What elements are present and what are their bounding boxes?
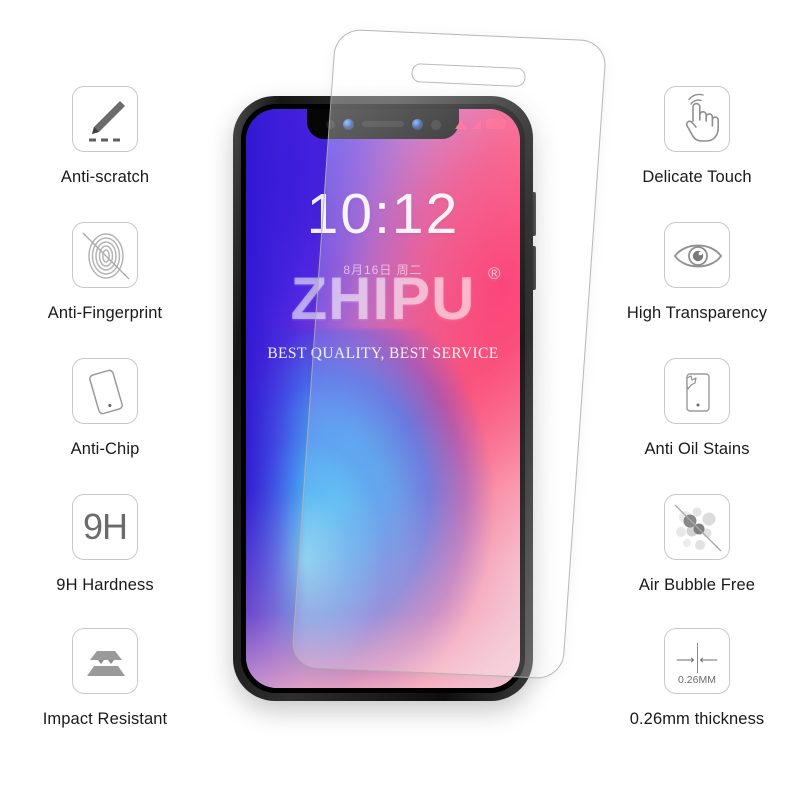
phone-screen: 10:12 8月16日 周二 ZHIPU ® BEST QUALITY, BEST… xyxy=(246,109,520,688)
product-feature-poster: Anti-scratch Anti-Fingerprint Anti-Chip … xyxy=(0,0,800,800)
feature-label: 9H Hardness xyxy=(56,576,154,594)
arrow-right-icon: ⟶ xyxy=(676,652,695,667)
feature-label: Anti Oil Stains xyxy=(644,440,750,458)
wifi-icon xyxy=(454,119,467,129)
glass-speaker-cutout xyxy=(410,63,527,88)
touch-hand-icon xyxy=(664,86,730,152)
oil-stain-phone-icon xyxy=(664,358,730,424)
9h-icon-text: 9H xyxy=(82,506,128,547)
feature-label: Anti-Fingerprint xyxy=(47,304,163,322)
thickness-icon-text: 0.26MM xyxy=(678,674,716,686)
feature-label: Anti-scratch xyxy=(60,168,150,186)
feature-delicate-touch: Delicate Touch xyxy=(592,86,800,187)
feature-thickness: ⟶ ⟵ 0.26MM 0.26mm thickness xyxy=(592,628,800,729)
feature-label: Impact Resistant xyxy=(42,710,168,728)
brand-name: ZHIPU ® xyxy=(290,264,502,332)
volume-down-button[interactable] xyxy=(532,246,536,290)
thickness-gauge-icon: ⟶ ⟵ 0.26MM xyxy=(664,628,730,694)
feature-label: Air Bubble Free xyxy=(638,576,756,594)
feature-air-bubble-free: Air Bubble Free xyxy=(592,494,800,595)
feature-label: Delicate Touch xyxy=(642,168,752,186)
9h-text-icon: 9H xyxy=(72,494,138,560)
scratch-pen-icon xyxy=(72,86,138,152)
feature-anti-scratch: Anti-scratch xyxy=(0,86,210,187)
light-sensor-icon xyxy=(431,120,441,130)
signal-icon xyxy=(472,119,481,129)
volume-up-button[interactable] xyxy=(532,192,536,236)
phone-bezel: 10:12 8月16日 周二 ZHIPU ® BEST QUALITY, BEST… xyxy=(241,104,525,693)
feature-high-transparency: High Transparency xyxy=(592,222,800,323)
feature-anti-chip: Anti-Chip xyxy=(0,358,210,459)
bubbles-icon xyxy=(664,494,730,560)
battery-icon xyxy=(486,119,506,129)
feature-anti-oil-stains: Anti Oil Stains xyxy=(592,358,800,459)
features-column-left: Anti-scratch Anti-Fingerprint Anti-Chip … xyxy=(0,0,210,800)
feature-label: Anti-Chip xyxy=(70,440,140,458)
features-column-right: Delicate Touch High Transparency Anti Oi… xyxy=(592,0,800,800)
phone-mockup: 10:12 8月16日 周二 ZHIPU ® BEST QUALITY, BEST… xyxy=(233,96,536,701)
thickness-center-line xyxy=(697,643,699,673)
front-camera-secondary-icon xyxy=(412,119,423,130)
brand-watermark: ZHIPU ® xyxy=(246,264,520,332)
arrow-left-icon: ⟵ xyxy=(699,652,718,667)
feature-impact-resistant: Impact Resistant xyxy=(0,628,210,729)
feature-label: 0.26mm thickness xyxy=(629,710,765,728)
feature-9h-hardness: 9H 9H Hardness xyxy=(0,494,210,595)
phone-tilt-icon xyxy=(72,358,138,424)
registered-mark-icon: ® xyxy=(487,264,502,283)
brand-tagline: BEST QUALITY, BEST SERVICE xyxy=(267,345,499,362)
proximity-sensor-icon xyxy=(326,120,335,129)
lock-screen-time: 10:12 xyxy=(306,182,460,246)
status-bar xyxy=(454,119,506,129)
eye-icon xyxy=(664,222,730,288)
fingerprint-icon xyxy=(72,222,138,288)
front-camera-icon xyxy=(343,119,354,130)
earpiece-speaker-icon xyxy=(362,121,404,127)
feature-label: High Transparency xyxy=(626,304,768,322)
phone-notch xyxy=(307,109,459,139)
layers-impact-icon xyxy=(72,628,138,694)
feature-anti-fingerprint: Anti-Fingerprint xyxy=(0,222,210,323)
